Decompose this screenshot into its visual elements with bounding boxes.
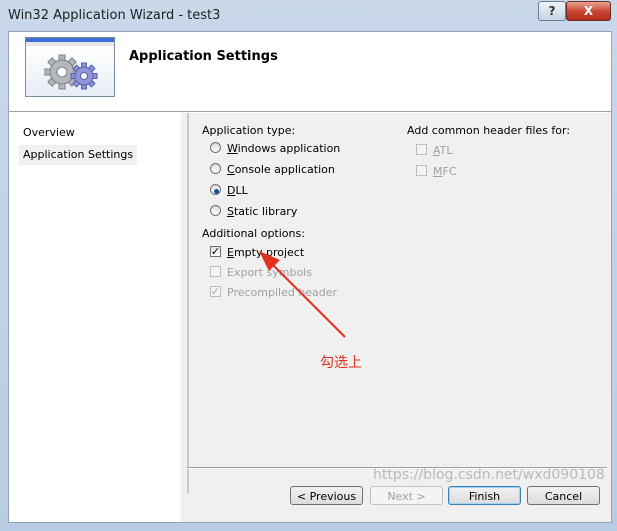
cancel-button[interactable]: Cancel bbox=[527, 486, 600, 505]
checkmark-icon: ✓ bbox=[210, 285, 221, 298]
gears-banner-icon bbox=[25, 37, 115, 97]
application-type-label: Application type: bbox=[202, 124, 296, 137]
help-button[interactable]: ? bbox=[538, 1, 566, 21]
gear-icon bbox=[44, 54, 98, 90]
wizard-window: Win32 Application Wizard - test3 ? X App… bbox=[0, 0, 617, 531]
wizard-nav: Overview Application Settings bbox=[9, 113, 181, 522]
additional-options-label: Additional options: bbox=[202, 227, 305, 240]
finish-button[interactable]: Finish bbox=[448, 486, 521, 505]
checkmark-icon: ✓ bbox=[210, 245, 221, 258]
watermark-url: https://blog.csdn.net/wxd090108 bbox=[373, 467, 605, 483]
previous-button[interactable]: < Previous bbox=[290, 486, 363, 505]
nav-item-overview[interactable]: Overview bbox=[19, 123, 79, 143]
nav-item-application-settings[interactable]: Application Settings bbox=[19, 145, 138, 165]
page-title: Application Settings bbox=[129, 49, 278, 64]
close-button[interactable]: X bbox=[566, 1, 611, 21]
window-title: Win32 Application Wizard - test3 bbox=[8, 8, 221, 23]
header-files-label: Add common header files for: bbox=[407, 124, 571, 137]
annotation-text: 勾选上 bbox=[320, 355, 362, 371]
nav-divider bbox=[187, 113, 189, 493]
wizard-header: Application Settings bbox=[9, 32, 611, 111]
dialog-client-area: Application Settings Overview Applicatio… bbox=[8, 31, 612, 523]
radio-selected-dot bbox=[214, 189, 219, 194]
next-button[interactable]: Next > bbox=[370, 486, 443, 505]
title-bar[interactable]: Win32 Application Wizard - test3 ? X bbox=[0, 0, 617, 32]
